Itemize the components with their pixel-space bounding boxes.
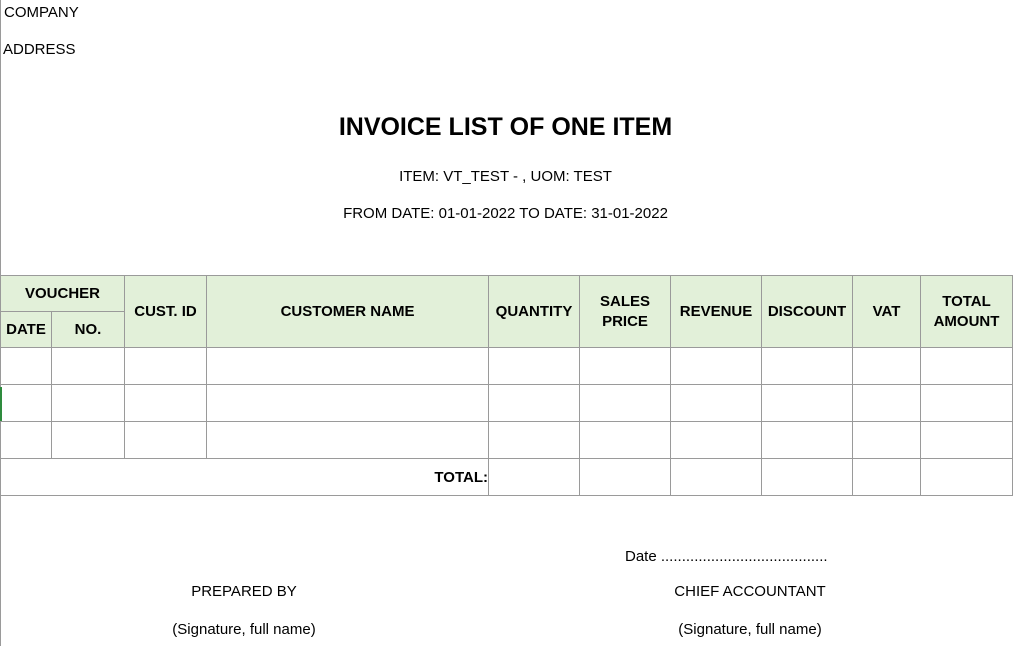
table-cell[interactable]	[124, 347, 208, 385]
table-cell[interactable]	[579, 384, 672, 422]
table-cell[interactable]	[206, 384, 490, 422]
table-cell[interactable]	[206, 421, 490, 459]
table-cell[interactable]	[852, 347, 922, 385]
table-cell[interactable]	[670, 421, 763, 459]
total-label: TOTAL:	[0, 458, 490, 496]
header-discount: DISCOUNT	[761, 275, 854, 348]
table-cell[interactable]	[579, 421, 672, 459]
table-cell[interactable]	[0, 347, 52, 385]
total-row: TOTAL:	[0, 458, 1014, 496]
signature-right: (Signature, full name)	[678, 621, 822, 638]
table-cell[interactable]	[488, 347, 581, 385]
company-label: COMPANY	[4, 4, 79, 21]
table-cell[interactable]	[0, 421, 52, 459]
table-cell[interactable]	[852, 384, 922, 422]
invoice-table: VOUCHER CUST. ID CUSTOMER NAME QUANTITY …	[0, 275, 1014, 496]
table-row	[0, 384, 1014, 422]
table-cell[interactable]	[761, 421, 854, 459]
table-header-row: VOUCHER CUST. ID CUSTOMER NAME QUANTITY …	[0, 275, 1014, 348]
header-quantity: QUANTITY	[488, 275, 581, 348]
date-line: Date ...................................…	[625, 548, 828, 565]
table-cell[interactable]	[920, 347, 1014, 385]
table-cell[interactable]	[579, 347, 672, 385]
item-line: ITEM: VT_TEST - , UOM: TEST	[399, 168, 612, 185]
header-no: NO.	[50, 311, 126, 348]
total-revenue-cell[interactable]	[670, 458, 763, 496]
table-row	[0, 421, 1014, 459]
prepared-by-label: PREPARED BY	[191, 583, 297, 600]
document-title: INVOICE LIST OF ONE ITEM	[338, 113, 673, 141]
table-cell[interactable]	[761, 384, 854, 422]
table-cell[interactable]	[124, 384, 208, 422]
total-sales-price-cell[interactable]	[579, 458, 672, 496]
total-vat-cell[interactable]	[852, 458, 922, 496]
header-total-amount: TOTAL AMOUNT	[920, 275, 1014, 348]
total-quantity-cell[interactable]	[488, 458, 581, 496]
table-cell[interactable]	[488, 421, 581, 459]
header-revenue: REVENUE	[670, 275, 763, 348]
table-cell[interactable]	[920, 384, 1014, 422]
table-cell[interactable]	[920, 421, 1014, 459]
table-cell[interactable]	[761, 347, 854, 385]
table-cell[interactable]	[488, 384, 581, 422]
header-customer-name: CUSTOMER NAME	[206, 275, 490, 348]
table-row	[0, 347, 1014, 385]
chief-accountant-label: CHIEF ACCOUNTANT	[674, 583, 826, 600]
total-amount-cell[interactable]	[920, 458, 1014, 496]
table-cell[interactable]	[206, 347, 490, 385]
header-voucher: VOUCHER	[0, 275, 126, 312]
header-sales-price: SALES PRICE	[579, 275, 672, 348]
table-cell[interactable]	[50, 421, 126, 459]
date-range: FROM DATE: 01-01-2022 TO DATE: 31-01-202…	[343, 205, 668, 222]
table-cell[interactable]	[0, 384, 52, 422]
table-cell[interactable]	[124, 421, 208, 459]
address-label: ADDRESS	[3, 41, 76, 58]
header-vat: VAT	[852, 275, 922, 348]
total-discount-cell[interactable]	[761, 458, 854, 496]
table-cell[interactable]	[50, 347, 126, 385]
header-cust-id: CUST. ID	[124, 275, 208, 348]
signature-left: (Signature, full name)	[172, 621, 316, 638]
table-cell[interactable]	[670, 347, 763, 385]
header-date: DATE	[0, 311, 52, 348]
table-cell[interactable]	[50, 384, 126, 422]
table-cell[interactable]	[670, 384, 763, 422]
active-cell-indicator	[0, 387, 2, 421]
table-cell[interactable]	[852, 421, 922, 459]
